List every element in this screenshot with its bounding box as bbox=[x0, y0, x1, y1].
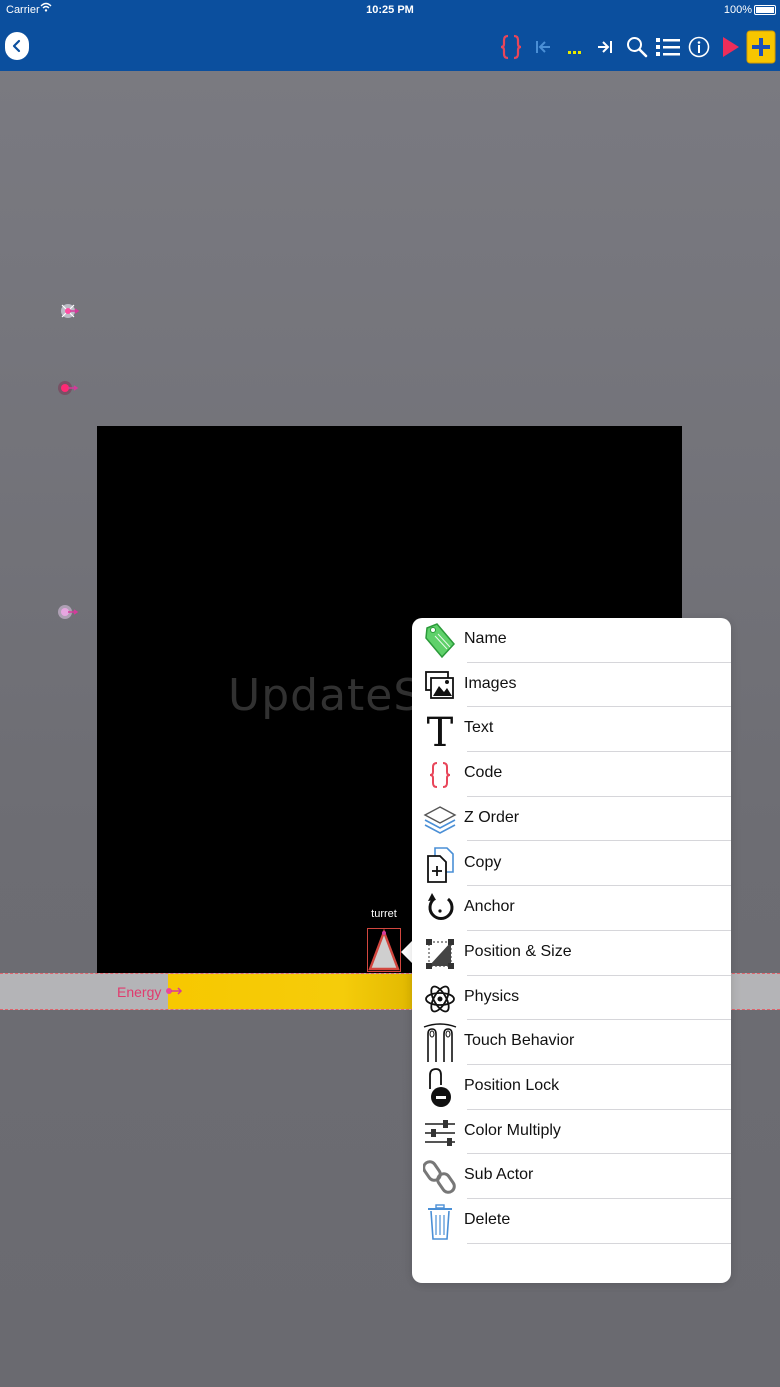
menu-item-label: Color Multiply bbox=[464, 1121, 561, 1139]
menu-item-label: Touch Behavior bbox=[464, 1032, 575, 1050]
menu-item-label: Images bbox=[464, 674, 517, 692]
copy-icon bbox=[422, 845, 458, 885]
menu-item-anchor[interactable]: Anchor bbox=[412, 886, 731, 931]
play-button[interactable] bbox=[720, 28, 742, 66]
jump-to-end-icon bbox=[598, 41, 612, 53]
menu-item-label: Sub Actor bbox=[464, 1166, 534, 1184]
turret-label: turret bbox=[371, 908, 397, 920]
turret-icon bbox=[368, 928, 400, 971]
energy-anchor-icon bbox=[164, 984, 184, 1003]
bullet-actor-icon bbox=[58, 381, 79, 395]
more-button[interactable] bbox=[564, 28, 584, 66]
jump-to-start-icon bbox=[536, 41, 550, 53]
menu-item-label: Position & Size bbox=[464, 942, 572, 960]
top-bar: Carrier 10:25 PM 100% bbox=[0, 0, 780, 71]
images-icon bbox=[422, 666, 458, 706]
menu-item-label: Text bbox=[464, 719, 494, 737]
menu-item-position-lock[interactable]: Position Lock bbox=[412, 1065, 731, 1110]
orb-actor-icon bbox=[58, 605, 79, 619]
menu-item-copy[interactable]: Copy bbox=[412, 842, 731, 887]
sparkle-actor-icon bbox=[61, 304, 80, 318]
search-button[interactable] bbox=[624, 28, 650, 66]
touch-icon bbox=[422, 1023, 458, 1063]
atom-icon bbox=[422, 979, 458, 1019]
divider bbox=[467, 1242, 731, 1244]
menu-item-sub-actor[interactable]: Sub Actor bbox=[412, 1154, 731, 1200]
menu-item-code[interactable]: Code bbox=[412, 752, 731, 797]
play-icon bbox=[723, 37, 739, 57]
search-icon bbox=[627, 37, 648, 58]
text-icon: T bbox=[422, 710, 458, 750]
layers-icon bbox=[422, 800, 458, 840]
menu-item-label: Code bbox=[464, 764, 503, 782]
actor-handle-orb[interactable] bbox=[55, 601, 79, 621]
menu-item-z-order[interactable]: Z Order bbox=[412, 797, 731, 842]
add-button[interactable] bbox=[746, 28, 776, 66]
lock-icon bbox=[422, 1068, 458, 1108]
list-button[interactable] bbox=[655, 28, 681, 66]
menu-item-physics[interactable]: Physics bbox=[412, 976, 731, 1021]
jump-end-button[interactable] bbox=[594, 28, 616, 66]
battery-icon bbox=[754, 5, 776, 15]
sliders-icon bbox=[422, 1113, 458, 1153]
braces-icon bbox=[500, 34, 522, 60]
menu-item-label: Position Lock bbox=[464, 1077, 560, 1094]
clock: 10:25 PM bbox=[366, 4, 414, 16]
menu-item-label: Copy bbox=[464, 853, 502, 871]
menu-item-delete[interactable]: Delete bbox=[412, 1199, 731, 1244]
menu-item-label: Z Order bbox=[464, 808, 520, 826]
link-icon bbox=[422, 1157, 458, 1197]
turret-actor[interactable] bbox=[367, 928, 401, 972]
position-size-icon bbox=[422, 934, 458, 974]
info-button[interactable] bbox=[687, 28, 711, 66]
braces-icon bbox=[422, 755, 458, 795]
menu-item-images[interactable]: Images bbox=[412, 663, 731, 708]
list-icon bbox=[656, 38, 680, 56]
actor-context-menu: Name Images T Text Code Z Order Copy Anc… bbox=[412, 618, 731, 1283]
ellipsis-icon bbox=[568, 51, 581, 54]
anchor-rotate-icon bbox=[422, 889, 458, 929]
status-bar: Carrier 10:25 PM 100% bbox=[0, 0, 780, 22]
menu-item-name[interactable]: Name bbox=[412, 618, 731, 663]
battery-percent: 100% bbox=[723, 4, 752, 16]
actor-handle-bullet[interactable] bbox=[55, 377, 79, 397]
menu-item-label: Anchor bbox=[464, 898, 515, 916]
actor-handle-sparkle[interactable] bbox=[58, 301, 80, 321]
menu-item-color-multiply[interactable]: Color Multiply bbox=[412, 1110, 731, 1155]
toolbar bbox=[0, 28, 780, 66]
menu-item-label: Delete bbox=[464, 1211, 511, 1229]
code-toolbar-button[interactable] bbox=[498, 28, 524, 66]
trash-icon bbox=[422, 1202, 458, 1242]
menu-item-touch-behavior[interactable]: Touch Behavior bbox=[412, 1020, 731, 1065]
tag-icon bbox=[422, 621, 458, 661]
energy-label: Energy bbox=[117, 984, 162, 1000]
jump-start-button[interactable] bbox=[532, 28, 554, 66]
svg-text:T: T bbox=[427, 710, 454, 750]
menu-item-position-size[interactable]: Position & Size bbox=[412, 931, 731, 976]
energy-bar-fill bbox=[168, 974, 418, 1009]
info-icon bbox=[688, 36, 710, 58]
add-icon bbox=[746, 30, 776, 64]
menu-item-label: Physics bbox=[464, 987, 520, 1005]
menu-item-text[interactable]: T Text bbox=[412, 707, 731, 753]
menu-item-label: Name bbox=[464, 630, 507, 647]
